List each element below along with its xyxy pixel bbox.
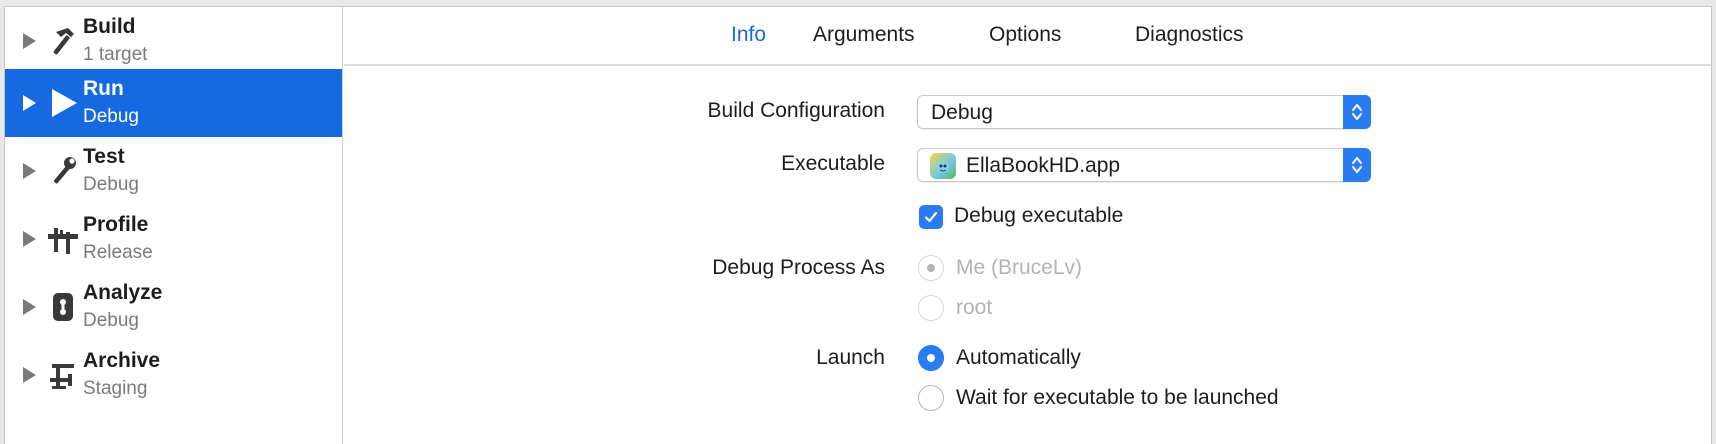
play-icon: [43, 83, 83, 123]
launch-automatically-radio[interactable]: [918, 345, 944, 371]
instruments-icon: [43, 219, 83, 259]
app-icon: [930, 153, 956, 179]
launch-wait-radio[interactable]: [918, 385, 944, 411]
build-configuration-value: Debug: [931, 101, 993, 124]
build-configuration-label: Build Configuration: [707, 99, 885, 122]
tab-diagnostics[interactable]: Diagnostics: [1135, 23, 1244, 47]
launch-automatically-label: Automatically: [956, 346, 1081, 369]
wrench-icon: [43, 151, 83, 191]
sidebar-item-subtitle: Staging: [83, 378, 148, 399]
checkmark-icon: [924, 211, 938, 223]
launch-wait-label: Wait for executable to be launched: [956, 386, 1279, 409]
tab-info[interactable]: Info: [731, 23, 766, 47]
archive-icon: [43, 355, 83, 395]
sidebar-item-subtitle: Release: [83, 242, 153, 263]
debug-executable-label: Debug executable: [954, 204, 1124, 227]
scheme-actions-sidebar: Build 1 target Run Debug Test Debug Prof…: [5, 7, 343, 444]
debug-process-as-label: Debug Process As: [712, 256, 885, 279]
hammer-icon: [43, 21, 83, 61]
build-configuration-popup[interactable]: Debug: [917, 95, 1371, 129]
sidebar-item-subtitle: Debug: [83, 174, 139, 195]
tab-arguments[interactable]: Arguments: [813, 23, 915, 47]
sidebar-item-subtitle: Debug: [83, 106, 139, 127]
sidebar-item-test[interactable]: Test Debug: [5, 137, 342, 205]
disclosure-triangle-icon[interactable]: [23, 299, 36, 315]
run-action-panel: Info Arguments Options Diagnostics Build…: [344, 7, 1711, 444]
sidebar-item-archive[interactable]: Archive Staging: [5, 341, 342, 409]
debug-process-root-radio[interactable]: [918, 295, 944, 321]
sidebar-item-title: Analyze: [83, 281, 163, 304]
sidebar-item-title: Build: [83, 15, 136, 38]
sidebar-item-subtitle: Debug: [83, 310, 139, 331]
tab-bar: Info Arguments Options Diagnostics: [344, 7, 1711, 66]
sidebar-item-title: Profile: [83, 213, 149, 236]
disclosure-triangle-icon[interactable]: [23, 95, 36, 111]
executable-value: EllaBookHD.app: [966, 154, 1121, 177]
executable-label: Executable: [781, 152, 885, 175]
sidebar-item-subtitle: 1 target: [83, 44, 148, 65]
launch-label: Launch: [816, 346, 885, 369]
sidebar-item-title: Run: [83, 77, 124, 100]
disclosure-triangle-icon[interactable]: [23, 163, 36, 179]
analyze-icon: [43, 287, 83, 327]
debug-executable-checkbox[interactable]: [919, 205, 943, 229]
scheme-editor-window: Build 1 target Run Debug Test Debug Prof…: [4, 6, 1712, 444]
debug-process-me-radio[interactable]: [918, 255, 944, 281]
sidebar-item-profile[interactable]: Profile Release: [5, 205, 342, 273]
disclosure-triangle-icon[interactable]: [23, 231, 36, 247]
popup-stepper-icon: [1343, 148, 1371, 182]
debug-process-me-label: Me (BruceLv): [956, 256, 1083, 279]
disclosure-triangle-icon[interactable]: [23, 33, 36, 49]
executable-popup[interactable]: EllaBookHD.app: [917, 148, 1371, 182]
sidebar-item-run[interactable]: Run Debug: [5, 69, 342, 137]
sidebar-item-analyze[interactable]: Analyze Debug: [5, 273, 342, 341]
sidebar-item-title: Test: [83, 145, 125, 168]
sidebar-item-build[interactable]: Build 1 target: [5, 7, 342, 75]
popup-stepper-icon: [1343, 95, 1371, 129]
debug-process-root-label: root: [956, 296, 993, 319]
sidebar-item-title: Archive: [83, 349, 161, 372]
disclosure-triangle-icon[interactable]: [23, 367, 36, 383]
tab-options[interactable]: Options: [989, 23, 1061, 47]
